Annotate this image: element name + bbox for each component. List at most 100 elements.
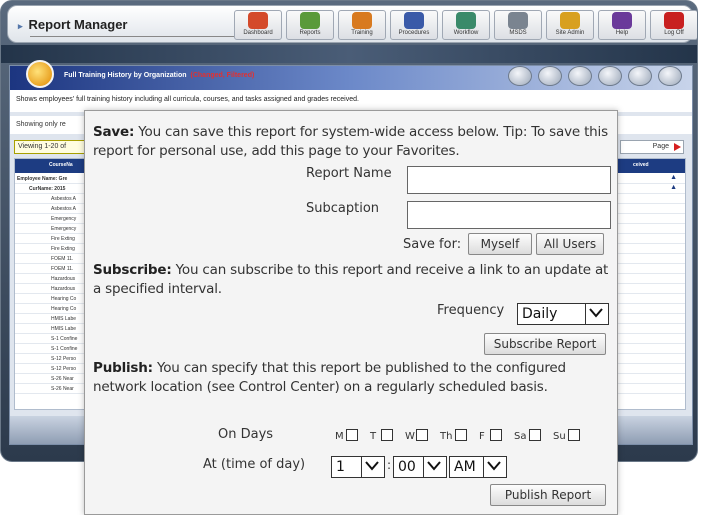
row-label: FOEM 11. bbox=[51, 266, 74, 272]
row-label: Fire Exting bbox=[51, 236, 75, 242]
ampm-select[interactable]: AM bbox=[449, 456, 507, 478]
row-label: FOEM 11. bbox=[51, 256, 74, 262]
row-label: S-1 Confine bbox=[51, 336, 78, 342]
all-users-button[interactable]: All Users bbox=[536, 233, 604, 255]
row-label: HMIS Labe bbox=[51, 326, 77, 332]
row-label: Emergency bbox=[51, 226, 77, 232]
next-page-icon[interactable] bbox=[674, 143, 681, 151]
save-section: Save: You can save this report for syste… bbox=[93, 123, 613, 161]
ampm-value: AM bbox=[454, 459, 476, 475]
report-title: Full Training History by Organization (Ch… bbox=[64, 72, 255, 79]
subcaption-label: Subcaption bbox=[306, 201, 380, 216]
row-label: Hearing Co bbox=[51, 296, 77, 302]
row-label: Asbestos A bbox=[51, 206, 77, 212]
row-label: S-12 Perso bbox=[51, 366, 77, 372]
record-count: Viewing 1-20 of bbox=[14, 140, 89, 154]
save-icon[interactable] bbox=[568, 66, 592, 86]
nav-reports-button[interactable]: Reports bbox=[286, 10, 334, 40]
nav-label: Reports bbox=[299, 30, 321, 36]
nav-site-admin-button[interactable]: Site Admin bbox=[546, 10, 594, 40]
page-navigator[interactable]: Page bbox=[620, 140, 684, 154]
row-label: Hearing Co bbox=[51, 306, 77, 312]
report-description: Shows employees' full training history i… bbox=[10, 90, 692, 112]
report-name-input[interactable] bbox=[407, 166, 611, 194]
day-checkbox-t[interactable] bbox=[381, 429, 393, 441]
row-label: Asbestos A bbox=[51, 196, 77, 202]
hour-select[interactable]: 1 bbox=[331, 456, 385, 478]
nav-procedures-button[interactable]: Procedures bbox=[390, 10, 438, 40]
column-course[interactable]: CourseNa bbox=[49, 162, 73, 168]
refresh-icon[interactable] bbox=[538, 66, 562, 86]
chevron-down-icon bbox=[361, 457, 384, 477]
nav-dashboard-button[interactable]: Dashboard bbox=[234, 10, 282, 40]
collapse-icon[interactable]: ▲ bbox=[670, 184, 677, 191]
day-label-su: Su bbox=[553, 431, 566, 442]
row-label: Emergency bbox=[51, 216, 77, 222]
help-icon bbox=[612, 12, 632, 29]
nav-label: Log Off bbox=[664, 30, 684, 36]
publish-section: Publish: You can specify that this repor… bbox=[93, 359, 613, 397]
nav-training-button[interactable]: Training bbox=[338, 10, 386, 40]
settings-icon[interactable] bbox=[658, 66, 682, 86]
dashboard-icon bbox=[248, 12, 268, 29]
day-label-th: Th bbox=[440, 431, 453, 442]
save-text: You can save this report for system-wide… bbox=[93, 124, 608, 159]
row-label: Employee Name: Gre bbox=[17, 176, 68, 182]
nav-label: Workflow bbox=[453, 30, 479, 36]
frequency-select[interactable]: Daily bbox=[517, 303, 609, 325]
procedures-icon bbox=[404, 12, 424, 29]
chevron-down-icon bbox=[423, 457, 446, 477]
publish-text: You can specify that this report be publ… bbox=[93, 360, 566, 395]
nav-label: Site Admin bbox=[555, 30, 585, 36]
training-icon bbox=[352, 12, 372, 29]
day-checkbox-su[interactable] bbox=[568, 429, 580, 441]
nav-help-button[interactable]: Help bbox=[598, 10, 646, 40]
subcaption-input[interactable] bbox=[407, 201, 611, 229]
day-checkbox-m[interactable] bbox=[346, 429, 358, 441]
msds-icon bbox=[508, 12, 528, 29]
nav-msds-button[interactable]: MSDS bbox=[494, 10, 542, 40]
day-label-m: M bbox=[335, 431, 344, 442]
row-label: S-12 Perso bbox=[51, 356, 77, 362]
column-received[interactable]: ceived bbox=[633, 162, 649, 168]
subscribe-report-button[interactable]: Subscribe Report bbox=[484, 333, 606, 355]
subscribe-heading: Subscribe: bbox=[93, 262, 172, 278]
save-report-dialog: Save: You can save this report for syste… bbox=[84, 110, 618, 515]
minute-select[interactable]: 00 bbox=[393, 456, 447, 478]
day-checkbox-sa[interactable] bbox=[529, 429, 541, 441]
nav-workflow-button[interactable]: Workflow bbox=[442, 10, 490, 40]
row-label: HMIS Labe bbox=[51, 316, 77, 322]
subscribe-section: Subscribe: You can subscribe to this rep… bbox=[93, 261, 613, 299]
nav-label: MSDS bbox=[509, 30, 527, 36]
nav-label: Procedures bbox=[398, 30, 430, 36]
banner-ribbon bbox=[1, 45, 697, 63]
publish-report-button[interactable]: Publish Report bbox=[490, 484, 606, 506]
day-label-sa: Sa bbox=[514, 431, 527, 442]
site-admin-icon bbox=[560, 12, 580, 29]
time-of-day-label: At (time of day) bbox=[203, 457, 306, 472]
row-label: S-26 Near bbox=[51, 376, 74, 382]
edit-icon[interactable] bbox=[508, 66, 532, 86]
hour-value: 1 bbox=[336, 459, 345, 475]
chevron-down-icon bbox=[585, 304, 608, 324]
log-off-icon bbox=[664, 12, 684, 29]
day-checkbox-f[interactable] bbox=[490, 429, 502, 441]
panel-header: Full Training History by Organization (Ch… bbox=[10, 66, 692, 90]
day-label-f: F bbox=[479, 431, 485, 442]
collapse-icon[interactable]: ▲ bbox=[670, 174, 677, 181]
time-separator: : bbox=[387, 458, 392, 472]
title-underline bbox=[30, 36, 236, 37]
on-days-label: On Days bbox=[218, 427, 274, 442]
day-checkbox-th[interactable] bbox=[455, 429, 467, 441]
print-icon[interactable] bbox=[598, 66, 622, 86]
nav-log-off-button[interactable]: Log Off bbox=[650, 10, 697, 40]
help-icon[interactable] bbox=[628, 66, 652, 86]
row-label: S-26 Near bbox=[51, 386, 74, 392]
day-checkbox-w[interactable] bbox=[416, 429, 428, 441]
row-label: Hazardous bbox=[51, 286, 76, 292]
reports-icon bbox=[300, 12, 320, 29]
myself-button[interactable]: Myself bbox=[468, 233, 532, 255]
app-title: ▸ Report Manager bbox=[18, 17, 128, 32]
top-bar: ▸ Report Manager Dashboard Reports Training… bbox=[7, 5, 697, 43]
publish-heading: Publish: bbox=[93, 360, 153, 376]
